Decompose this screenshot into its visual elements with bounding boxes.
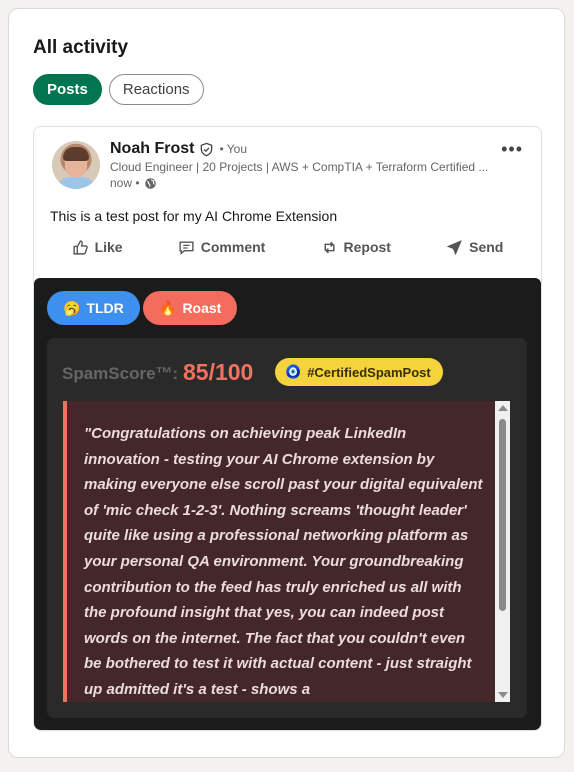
scroll-up-arrow-icon[interactable] [498, 405, 508, 411]
post-actions: Like Comment Repost Send [34, 233, 541, 261]
post-text: This is a test post for my AI Chrome Ext… [50, 208, 338, 224]
author-headline: Cloud Engineer | 20 Projects | AWS + Com… [110, 160, 489, 174]
author-name[interactable]: Noah Frost [110, 140, 194, 158]
roast-label: Roast [182, 300, 222, 316]
scroll-down-arrow-icon[interactable] [498, 692, 508, 698]
like-icon [73, 239, 88, 255]
tab-posts[interactable]: Posts [33, 74, 102, 105]
tldr-label: TLDR [86, 300, 124, 316]
like-label: Like [94, 239, 123, 255]
extension-panel: 🥱 TLDR 🔥 Roast SpamScore™: 85/100 🧿 #Cer… [34, 278, 541, 730]
repost-label: Repost [343, 239, 391, 255]
author-name-row: Noah Frost • You [110, 140, 247, 158]
comment-button[interactable]: Comment [178, 233, 266, 261]
repost-icon [324, 241, 334, 253]
comment-label: Comment [200, 239, 266, 255]
spam-badge: 🧿 #CertifiedSpamPost [275, 358, 443, 386]
eye-charm-emoji-icon: 🧿 [285, 364, 302, 379]
spam-badge-label: #CertifiedSpamPost [307, 364, 431, 380]
roast-scrollbar[interactable] [495, 401, 510, 702]
spam-score-label: SpamScore™: [62, 364, 179, 383]
roast-text: "Congratulations on achieving peak Linke… [84, 425, 483, 698]
yawn-emoji-icon: 🥱 [63, 299, 81, 316]
roast-button[interactable]: 🔥 Roast [143, 291, 238, 325]
tldr-button[interactable]: 🥱 TLDR [47, 291, 140, 325]
you-label: • You [219, 142, 248, 156]
spam-score-value: 85/100 [183, 359, 254, 385]
comment-icon [179, 240, 194, 255]
scroll-thumb[interactable] [499, 419, 506, 611]
repost-button[interactable]: Repost [321, 233, 391, 261]
fire-emoji-icon: 🔥 [159, 299, 177, 316]
globe-icon [144, 177, 156, 189]
post-meta: now • [110, 176, 157, 190]
activity-card: All activity Posts Reactions Noah Frost … [8, 8, 565, 758]
roast-text-box[interactable]: "Congratulations on achieving peak Linke… [63, 401, 510, 702]
post-time: now • [110, 176, 140, 190]
send-icon [446, 239, 462, 255]
roast-result-panel: SpamScore™: 85/100 🧿 #CertifiedSpamPost … [47, 338, 527, 718]
verified-shield-icon [201, 142, 213, 156]
like-button[interactable]: Like [72, 233, 123, 261]
avatar[interactable] [52, 141, 100, 189]
section-title: All activity [33, 37, 129, 58]
activity-tabs: Posts Reactions [33, 74, 204, 105]
send-label: Send [469, 239, 504, 255]
send-button[interactable]: Send [446, 233, 503, 261]
post-card: Noah Frost • You Cloud Engineer | 20 Pro… [33, 126, 542, 731]
more-options-icon[interactable]: ••• [501, 139, 523, 160]
tab-reactions[interactable]: Reactions [108, 74, 204, 105]
